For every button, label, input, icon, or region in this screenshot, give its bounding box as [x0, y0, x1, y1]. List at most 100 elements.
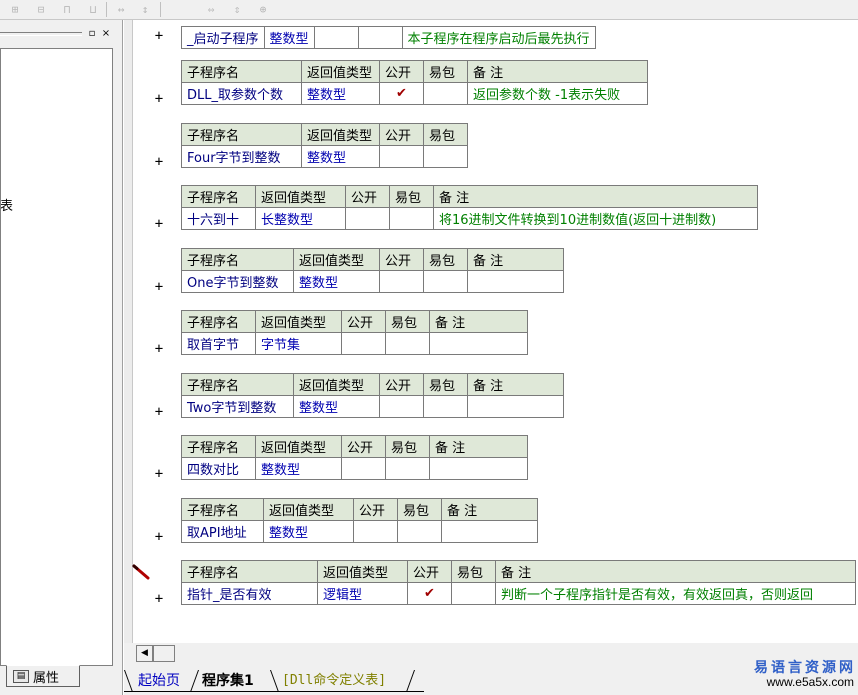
return-type-cell[interactable]: 整数型	[255, 457, 342, 480]
note-cell[interactable]: 本子程序在程序启动后最先执行	[401, 26, 596, 49]
watermark-url: www.e5a5x.com	[766, 675, 854, 689]
sub-name-cell[interactable]: 四数对比	[181, 457, 256, 480]
public-cell[interactable]	[345, 207, 390, 230]
sub-name-cell[interactable]: 取首字节	[181, 332, 256, 355]
properties-tab[interactable]: ▤ 属性	[6, 665, 80, 687]
tab-program-set[interactable]: 程序集1	[202, 670, 254, 692]
public-cell[interactable]: ✔	[407, 582, 452, 605]
header-return-type: 返回值类型	[255, 185, 346, 208]
public-cell[interactable]	[379, 269, 424, 293]
return-type-cell[interactable]: 整数型	[301, 82, 380, 105]
easy-pkg-cell[interactable]	[385, 332, 430, 355]
public-cell[interactable]	[353, 519, 398, 543]
same-width-icon[interactable]: ⇔	[202, 1, 220, 18]
public-cell[interactable]	[379, 144, 424, 168]
note-cell[interactable]: 返回参数个数 -1表示失败	[467, 82, 648, 105]
grid-icon[interactable]: ⊞	[6, 1, 24, 18]
align-right-icon[interactable]: ⊔	[84, 1, 102, 18]
watermark-name: 易语言资源网	[754, 660, 856, 676]
expand-icon[interactable]: +	[152, 466, 166, 482]
header-name: 子程序名	[181, 497, 264, 521]
tree-item-text[interactable]: 表	[1, 195, 13, 214]
left-panel: ▫ × 表 ▤ 属性	[0, 20, 123, 695]
grip-line	[0, 35, 82, 36]
sub-name-cell[interactable]: 十六到十	[181, 207, 256, 230]
easy-pkg-cell[interactable]	[451, 582, 496, 605]
public-cell[interactable]	[341, 332, 386, 355]
expand-icon[interactable]: +	[152, 216, 166, 232]
v-space-icon[interactable]: ↕	[136, 1, 154, 18]
sub-name-cell[interactable]: _启动子程序	[181, 26, 265, 49]
header-return-type: 返回值类型	[317, 560, 408, 583]
return-type-cell[interactable]: 整数型	[263, 26, 315, 49]
header-easy-pkg: 易包	[397, 497, 442, 521]
expand-icon[interactable]: +	[152, 529, 166, 545]
expand-icon[interactable]: +	[152, 341, 166, 357]
header-return-type: 返回值类型	[255, 310, 342, 333]
same-height-icon[interactable]: ⇕	[228, 1, 246, 18]
expand-icon[interactable]: +	[152, 28, 166, 44]
horizontal-scrollbar[interactable]	[153, 645, 175, 662]
sub-name-cell[interactable]: One字节到整数	[181, 269, 294, 293]
public-cell[interactable]	[341, 457, 386, 480]
public-cell[interactable]	[379, 394, 424, 418]
header-easy-pkg: 易包	[451, 560, 496, 583]
easy-pkg-cell[interactable]	[423, 269, 468, 293]
close-icon[interactable]: ×	[100, 28, 112, 39]
easy-pkg-cell[interactable]	[389, 207, 434, 230]
return-type-cell[interactable]: 长整数型	[255, 207, 346, 230]
expand-icon[interactable]: +	[152, 591, 166, 607]
header-public: 公开	[353, 497, 398, 521]
note-cell[interactable]	[429, 457, 528, 480]
easy-pkg-cell[interactable]	[423, 144, 468, 168]
return-type-cell[interactable]: 逻辑型	[317, 582, 408, 605]
header-return-type: 返回值类型	[255, 435, 342, 458]
tab-dll-defs[interactable]: [Dll命令定义表]	[282, 670, 386, 692]
public-cell[interactable]	[313, 26, 359, 49]
sub-table: 子程序名 返回值类型 公开 易包备 注 One字节到整数 整数型	[181, 247, 564, 293]
code-editor[interactable]: + _启动子程序 整数型 本子程序在程序启动后最先执行 + 子程序名 返回值类型 公开…	[124, 20, 858, 643]
sub-table: 子程序名 返回值类型 公开 易包备 注十六到十 长整数型 将16进制文件转换到10进制数值…	[181, 185, 758, 230]
expand-icon[interactable]: +	[152, 404, 166, 420]
layout-icon[interactable]: ⊟	[32, 1, 50, 18]
note-cell[interactable]: 判断一个子程序指针是否有效，有效返回真，否则返回	[495, 582, 856, 605]
return-type-cell[interactable]: 整数型	[301, 144, 380, 168]
sub-name-cell[interactable]: Four字节到整数	[181, 144, 302, 168]
return-type-cell[interactable]: 整数型	[293, 394, 380, 418]
easy-pkg-cell[interactable]	[385, 457, 430, 480]
same-size-icon[interactable]: ⊕	[254, 1, 272, 18]
sub-name-cell[interactable]: Two字节到整数	[181, 394, 294, 418]
easy-pkg-cell[interactable]	[423, 82, 468, 105]
note-cell[interactable]	[429, 332, 528, 355]
expand-icon[interactable]: +	[152, 154, 166, 170]
sub-name-cell[interactable]: 取API地址	[181, 519, 264, 543]
sub-name-cell[interactable]: 指针_是否有效	[181, 582, 318, 605]
tab-divider	[269, 670, 280, 692]
note-cell[interactable]	[467, 269, 564, 293]
h-space-icon[interactable]: ↔	[112, 1, 130, 18]
sub-table: 子程序名 返回值类型 公开 易包备 注取首字节 字节集	[181, 310, 528, 355]
align-icon[interactable]: ⊓	[58, 1, 76, 18]
scroll-left-icon[interactable]: ◀	[136, 645, 153, 662]
bottom-bar: ◀ 起始页 程序集1 [Dll命令定义表] 易语言资源网 www.e5a5x.c…	[123, 643, 858, 695]
easy-pkg-cell[interactable]	[357, 26, 403, 49]
restore-icon[interactable]: ▫	[86, 28, 98, 39]
expand-icon[interactable]: +	[152, 91, 166, 107]
project-tree[interactable]: 表	[0, 48, 113, 666]
return-type-cell[interactable]: 整数型	[263, 519, 354, 543]
sub-table: 子程序名 返回值类型 公开 易包备 注取API地址 整数型	[181, 497, 538, 543]
public-cell[interactable]: ✔	[379, 82, 424, 105]
expand-icon[interactable]: +	[152, 279, 166, 295]
sub-name-cell[interactable]: DLL_取参数个数	[181, 82, 302, 105]
sub-table: _启动子程序 整数型 本子程序在程序启动后最先执行	[181, 26, 596, 49]
easy-pkg-cell[interactable]	[397, 519, 442, 543]
header-note: 备 注	[433, 185, 758, 208]
return-type-cell[interactable]: 整数型	[293, 269, 380, 293]
tab-start-page[interactable]: 起始页	[138, 670, 180, 692]
return-type-cell[interactable]: 字节集	[255, 332, 342, 355]
header-name: 子程序名	[181, 560, 318, 583]
note-cell[interactable]	[441, 519, 538, 543]
easy-pkg-cell[interactable]	[423, 394, 468, 418]
note-cell[interactable]: 将16进制文件转换到10进制数值(返回十进制数)	[433, 207, 758, 230]
note-cell[interactable]	[467, 394, 564, 418]
